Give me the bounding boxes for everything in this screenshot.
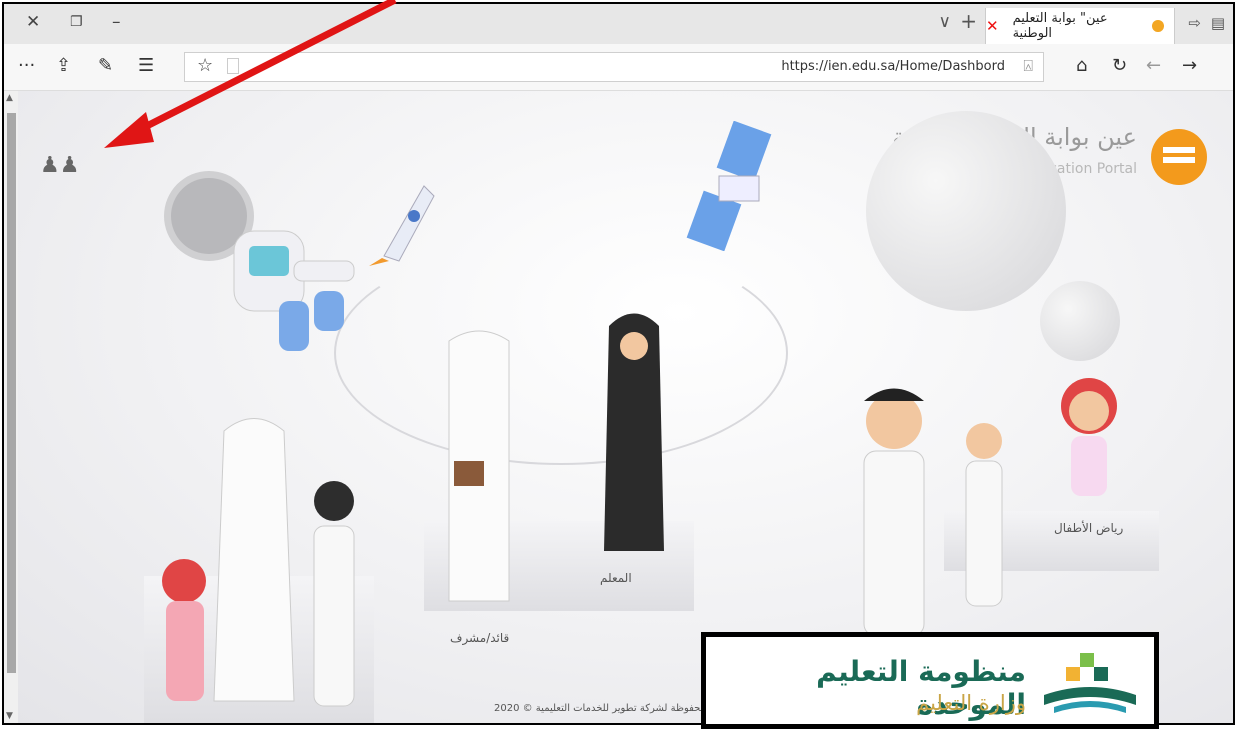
home-icon[interactable]: ⌂ (1076, 55, 1087, 76)
teacher-label[interactable]: المعلم (600, 571, 632, 585)
restore-icon[interactable]: ❐ (70, 14, 83, 30)
close-icon[interactable]: ✕ (26, 12, 40, 32)
rocket-illustration (369, 185, 435, 266)
minimize-icon[interactable]: – (112, 12, 121, 32)
favicon-icon (1152, 20, 1164, 32)
tab-close-icon[interactable]: ✕ (986, 17, 999, 35)
astronaut-illustration (164, 171, 355, 351)
scrollbar-thumb[interactable] (7, 113, 16, 673)
satellite-illustration (686, 121, 772, 251)
copyright-text: محفوظة لشركة تطوير للخدمات التعليمية © 2… (494, 703, 706, 714)
scrollbar[interactable]: ▲ ▼ (4, 91, 18, 723)
pen-icon[interactable]: ✎ (98, 55, 113, 76)
users-icon[interactable]: ♟♟ (40, 153, 79, 178)
kindergarten-label[interactable]: رياض الأطفال (1054, 521, 1123, 535)
orbit-line (334, 241, 788, 465)
tab-bar: ✕ ❐ – ∨ + ✕ عين" بوابة التعليم الوطنية ⇨… (4, 4, 1233, 44)
reading-view-icon[interactable] (227, 58, 239, 74)
star-icon[interactable]: ☆ (197, 55, 213, 76)
scroll-up-icon[interactable]: ▲ (6, 93, 13, 103)
scroll-down-icon[interactable]: ▼ (6, 711, 13, 721)
leader-label[interactable]: قائد/مشرف (450, 631, 509, 645)
teacher-character[interactable] (594, 306, 674, 561)
kindergarten-character[interactable] (1049, 371, 1129, 511)
back-icon[interactable]: ← (1146, 55, 1161, 76)
tab-title: عين" بوابة التعليم الوطنية (1012, 11, 1108, 41)
browser-window: ✕ ❐ – ∨ + ✕ عين" بوابة التعليم الوطنية ⇨… (2, 2, 1235, 725)
new-tab-icon[interactable]: + (960, 9, 977, 33)
small-moon-illustration (1040, 281, 1120, 361)
tab-preview-icon[interactable]: ▤ (1211, 14, 1225, 32)
ien-logo-icon (1151, 129, 1207, 185)
banner-subtitle: وزارة التعليم (916, 691, 1026, 715)
family-characters[interactable] (144, 401, 384, 721)
moon-illustration (866, 111, 1066, 311)
ministry-logo-icon (1044, 653, 1136, 713)
students-characters[interactable] (834, 381, 1034, 641)
tab-active[interactable]: ✕ عين" بوابة التعليم الوطنية (985, 8, 1175, 44)
address-toolbar: ··· ⇪ ✎ ☰ ☆ https://ien.edu.sa/Home/Dash… (4, 44, 1233, 91)
refresh-icon[interactable]: ↻ (1112, 55, 1127, 76)
share-icon[interactable]: ⇪ (56, 55, 71, 76)
page-content: ▲ ▼ ♟♟ عين بوابة التعليم الوطنية iEN Nat… (4, 91, 1233, 723)
set-aside-icon[interactable]: ⇨ (1188, 14, 1201, 32)
forward-icon[interactable]: → (1182, 55, 1197, 76)
tab-dropdown-icon[interactable]: ∨ (939, 12, 951, 32)
more-icon[interactable]: ··· (18, 55, 35, 76)
favorites-icon[interactable]: ☰ (138, 55, 154, 76)
lock-icon[interactable]: ⍓ (1023, 56, 1033, 76)
unified-education-banner: منظومة التعليم الموحدة وزارة التعليم (701, 632, 1159, 729)
address-bar[interactable]: ☆ https://ien.edu.sa/Home/Dashbord ⍓ (184, 52, 1044, 82)
leader-character[interactable] (424, 321, 534, 621)
url-text[interactable]: https://ien.edu.sa/Home/Dashbord (781, 59, 1005, 74)
